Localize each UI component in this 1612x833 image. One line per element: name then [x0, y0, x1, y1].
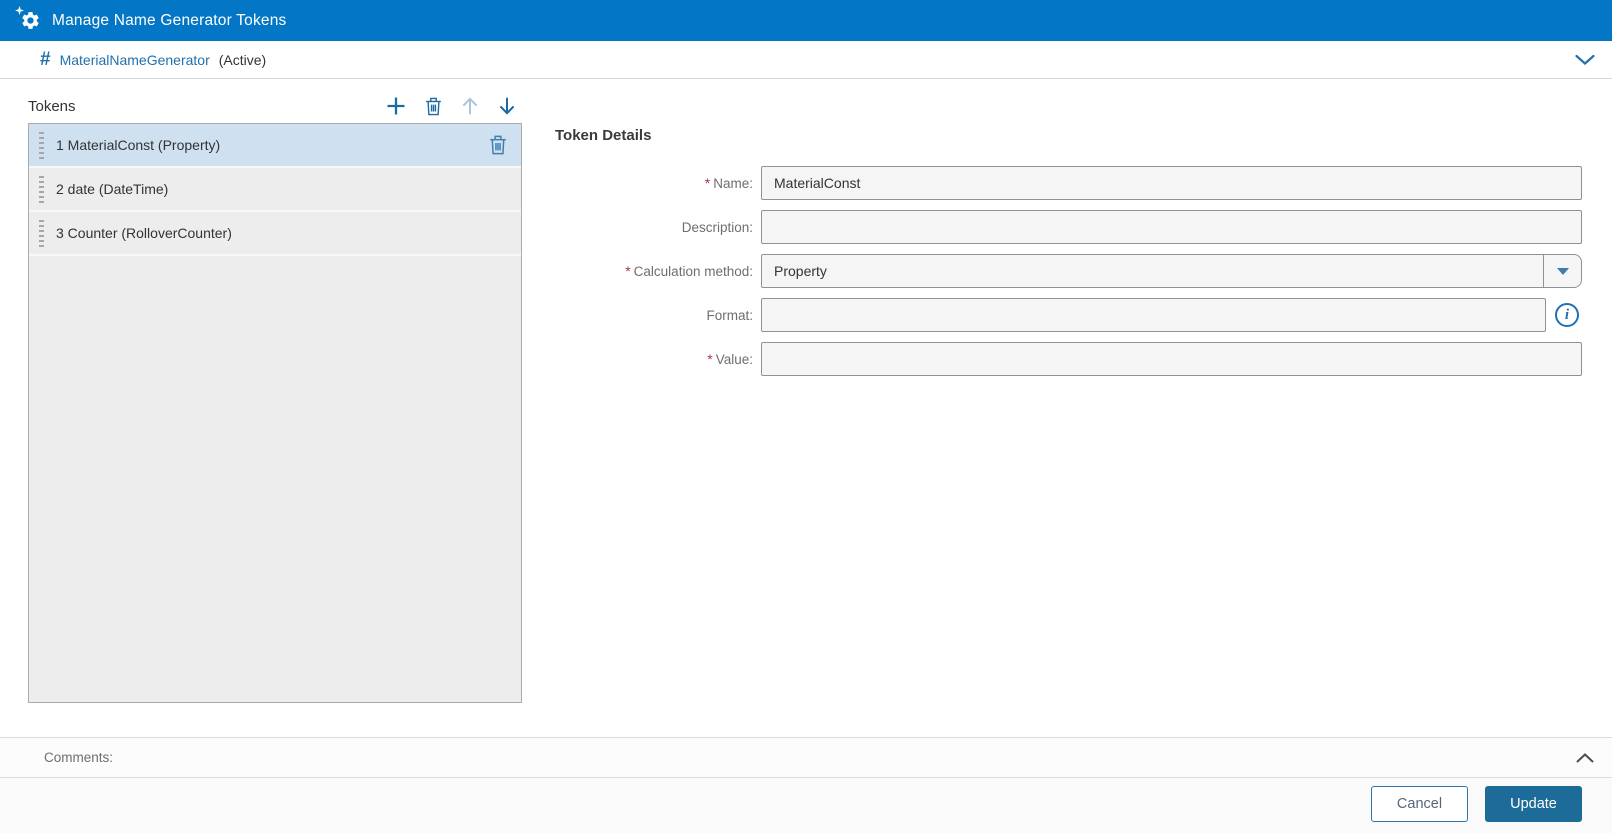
calculation-method-select[interactable]: Property [761, 254, 1582, 288]
add-token-button[interactable] [384, 94, 408, 118]
trash-icon [489, 135, 507, 155]
description-input[interactable] [761, 210, 1582, 244]
move-token-down-button[interactable] [495, 94, 519, 118]
trash-icon [425, 97, 442, 116]
cancel-button[interactable]: Cancel [1371, 786, 1468, 822]
description-label: Description: [681, 219, 753, 235]
delete-token-button[interactable] [421, 94, 445, 118]
value-input[interactable] [761, 342, 1582, 376]
comments-label: Comments: [44, 750, 114, 765]
gear-with-spark-icon [15, 6, 41, 31]
required-marker: * [707, 351, 713, 367]
name-field-row: * Name: [555, 166, 1582, 200]
generator-status: (Active) [218, 51, 267, 68]
dropdown-button[interactable] [1543, 255, 1581, 287]
plus-icon [386, 96, 406, 116]
tokens-panel-title: Tokens [28, 97, 76, 115]
name-label: * Name: [704, 175, 753, 191]
titlebar: Manage Name Generator Tokens [0, 0, 1612, 41]
format-label: Format: [706, 307, 753, 323]
token-row-counter[interactable]: 3 Counter (RolloverCounter) [29, 212, 521, 256]
token-row-label: 3 Counter (RolloverCounter) [56, 225, 232, 241]
arrow-down-icon [499, 97, 515, 115]
token-row-material-const[interactable]: 1 MaterialConst (Property) [29, 124, 521, 168]
value-label: * Value: [707, 351, 753, 367]
value-field-row: * Value: [555, 342, 1582, 376]
arrow-up-icon [462, 97, 478, 115]
chevron-down-icon[interactable] [1575, 54, 1595, 65]
footer: Cancel Update [0, 778, 1612, 833]
token-row-label: 1 MaterialConst (Property) [56, 137, 221, 153]
format-field-row: Format: i [555, 298, 1582, 332]
update-button[interactable]: Update [1485, 786, 1582, 822]
drag-handle-icon[interactable] [39, 175, 44, 203]
name-input[interactable] [761, 166, 1582, 200]
manage-name-generator-tokens-dialog: Manage Name Generator Tokens # MaterialN… [0, 0, 1612, 833]
format-input[interactable] [761, 298, 1546, 332]
token-details-form: *Name: Description: *Calculation method:… [555, 166, 1582, 386]
row-delete-button[interactable] [489, 135, 507, 155]
generator-header: # MaterialNameGenerator (Active) [0, 41, 1612, 79]
comments-strip: Comments: [0, 737, 1612, 778]
required-marker: * [625, 263, 631, 279]
token-row-date[interactable]: 2 date (DateTime) [29, 168, 521, 212]
tokens-panel-header: Tokens [28, 92, 522, 120]
calculation-method-value: Property [774, 263, 827, 279]
calculation-method-field-row: * Calculation method: Property [555, 254, 1582, 288]
drag-handle-icon[interactable] [39, 219, 44, 247]
info-icon[interactable]: i [1555, 303, 1579, 327]
tokens-toolbar [384, 94, 522, 118]
calculation-method-label: * Calculation method: [625, 263, 753, 279]
required-marker: * [704, 175, 711, 191]
caret-down-icon [1556, 267, 1569, 275]
hash-icon: # [40, 49, 51, 70]
dialog-title: Manage Name Generator Tokens [52, 11, 287, 29]
drag-handle-icon[interactable] [39, 131, 44, 159]
token-list: 1 MaterialConst (Property) 2 date (DateT… [28, 123, 522, 703]
generator-name: MaterialNameGenerator [59, 51, 210, 68]
description-field-row: Description: [555, 210, 1582, 244]
move-token-up-button[interactable] [458, 94, 482, 118]
token-row-label: 2 date (DateTime) [56, 181, 169, 197]
chevron-up-icon[interactable] [1576, 752, 1594, 763]
token-details-title: Token Details [555, 127, 652, 144]
